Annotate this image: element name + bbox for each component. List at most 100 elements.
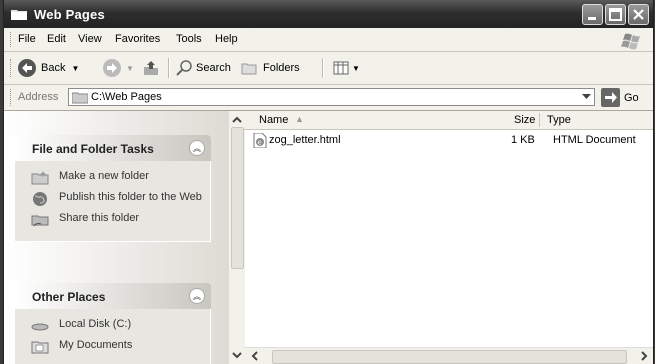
toolbar-separator <box>322 58 324 78</box>
views-dropdown-icon[interactable]: ▼ <box>352 64 360 73</box>
places-panel: Other Places ︽ Local Disk (C:) My Docume… <box>14 283 211 364</box>
menu-help[interactable]: Help <box>215 33 238 45</box>
new-folder-icon <box>31 171 49 185</box>
up-folder-icon <box>144 61 158 75</box>
menu-tools[interactable]: Tools <box>176 33 202 45</box>
back-label: Back <box>41 62 66 74</box>
file-type: HTML Document <box>553 134 636 146</box>
up-button[interactable] <box>141 57 161 79</box>
explorer-window: Web Pages File Edit View Favorites Tools… <box>3 0 654 364</box>
folder-icon <box>72 92 88 104</box>
go-arrow-icon <box>601 88 620 107</box>
forward-button[interactable]: ▼ <box>102 57 134 79</box>
back-dropdown-icon[interactable]: ▼ <box>71 64 79 73</box>
column-size[interactable]: Size <box>514 114 535 126</box>
folders-label: Folders <box>263 62 300 74</box>
address-input[interactable]: C:\Web Pages <box>68 88 595 106</box>
documents-folder-icon <box>31 341 49 354</box>
search-icon <box>176 60 192 76</box>
back-arrow-icon <box>18 59 36 77</box>
scroll-up-icon[interactable] <box>229 113 245 127</box>
chevron-down-icon <box>581 94 591 99</box>
back-button[interactable]: Back ▼ <box>17 57 79 79</box>
column-header: Name ▲ Size Type <box>244 111 653 130</box>
menu-edit[interactable]: Edit <box>47 33 66 45</box>
tasks-panel-body: Make a new folder Publish this folder to… <box>14 161 211 242</box>
menu-bar: File Edit View Favorites Tools Help <box>4 28 653 52</box>
menu-grip[interactable] <box>10 32 13 47</box>
table-row[interactable]: e zog_letter.html 1 KB HTML Document <box>244 132 653 149</box>
collapse-icon[interactable]: ︽ <box>189 288 205 304</box>
task-share-folder[interactable]: Share this folder <box>15 212 210 230</box>
places-panel-body: Local Disk (C:) My Documents <box>14 309 211 364</box>
minimize-icon <box>588 17 596 20</box>
toolbar-grip[interactable] <box>10 59 13 77</box>
share-folder-icon <box>31 215 49 227</box>
task-label: Publish this folder to the Web <box>59 191 202 203</box>
folder-icon <box>11 10 27 20</box>
window-title: Web Pages <box>34 7 105 22</box>
forward-arrow-icon <box>103 59 121 77</box>
task-new-folder[interactable]: Make a new folder <box>15 170 210 188</box>
scroll-thumb[interactable] <box>272 350 627 364</box>
place-local-disk[interactable]: Local Disk (C:) <box>15 318 210 336</box>
folders-icon <box>241 63 257 75</box>
column-name[interactable]: Name <box>259 114 288 126</box>
sort-ascending-icon: ▲ <box>295 114 304 124</box>
places-panel-title: Other Places <box>32 290 106 304</box>
tasks-panel-header[interactable]: File and Folder Tasks ︽ <box>14 135 211 161</box>
close-icon <box>633 9 644 20</box>
toolbar-separator <box>168 58 170 78</box>
views-button[interactable]: ▼ <box>332 57 360 79</box>
file-name: zog_letter.html <box>269 134 341 146</box>
hard-drive-icon <box>31 323 49 331</box>
windows-logo-icon <box>621 33 640 50</box>
column-divider[interactable] <box>539 113 540 127</box>
address-value: C:\Web Pages <box>91 91 162 103</box>
scroll-left-icon[interactable] <box>248 349 262 363</box>
views-icon <box>333 61 349 75</box>
task-publish-web[interactable]: Publish this folder to the Web <box>15 191 210 209</box>
svg-text:e: e <box>258 139 262 147</box>
content-area: File and Folder Tasks ︽ Make a new folde… <box>4 111 653 364</box>
close-button[interactable] <box>628 4 649 25</box>
html-file-icon: e <box>253 133 267 148</box>
task-label: Make a new folder <box>59 170 149 182</box>
tasks-panel-title: File and Folder Tasks <box>32 142 154 156</box>
horizontal-scrollbar[interactable] <box>244 347 653 364</box>
task-label: Share this folder <box>59 212 140 224</box>
globe-icon <box>33 192 47 206</box>
menu-file[interactable]: File <box>18 33 36 45</box>
forward-dropdown-icon[interactable]: ▼ <box>126 64 134 73</box>
collapse-icon[interactable]: ︽ <box>189 140 205 156</box>
folders-button[interactable]: Folders <box>240 57 300 79</box>
maximize-icon <box>609 8 622 21</box>
place-label: Local Disk (C:) <box>59 318 132 330</box>
address-grip[interactable] <box>10 89 13 106</box>
file-list: Name ▲ Size Type e zog_letter.html 1 KB … <box>244 111 653 364</box>
go-label: Go <box>624 91 639 104</box>
place-label: My Documents <box>59 339 133 351</box>
title-bar[interactable]: Web Pages <box>4 0 653 28</box>
scroll-down-icon[interactable] <box>229 348 245 362</box>
minimize-button[interactable] <box>582 4 603 25</box>
address-label: Address <box>18 91 59 103</box>
go-button[interactable]: Go <box>601 88 639 107</box>
menu-view[interactable]: View <box>78 33 102 45</box>
places-panel-header[interactable]: Other Places ︽ <box>14 283 211 309</box>
tasks-panel: File and Folder Tasks ︽ Make a new folde… <box>14 135 211 242</box>
file-size: 1 KB <box>511 134 535 146</box>
column-type[interactable]: Type <box>547 114 571 126</box>
standard-toolbar: Back ▼ ▼ Search Folders ▼ <box>4 52 653 85</box>
scroll-right-icon[interactable] <box>637 349 651 363</box>
address-bar: Address C:\Web Pages Go <box>4 85 653 111</box>
search-label: Search <box>196 62 231 74</box>
task-pane-scrollbar[interactable] <box>228 111 245 364</box>
address-dropdown-button[interactable] <box>578 89 594 105</box>
place-my-documents[interactable]: My Documents <box>15 339 210 357</box>
scroll-thumb[interactable] <box>231 127 244 269</box>
search-button[interactable]: Search <box>175 57 231 79</box>
menu-favorites[interactable]: Favorites <box>115 33 160 45</box>
maximize-button[interactable] <box>605 4 626 25</box>
task-pane: File and Folder Tasks ︽ Make a new folde… <box>4 111 228 364</box>
